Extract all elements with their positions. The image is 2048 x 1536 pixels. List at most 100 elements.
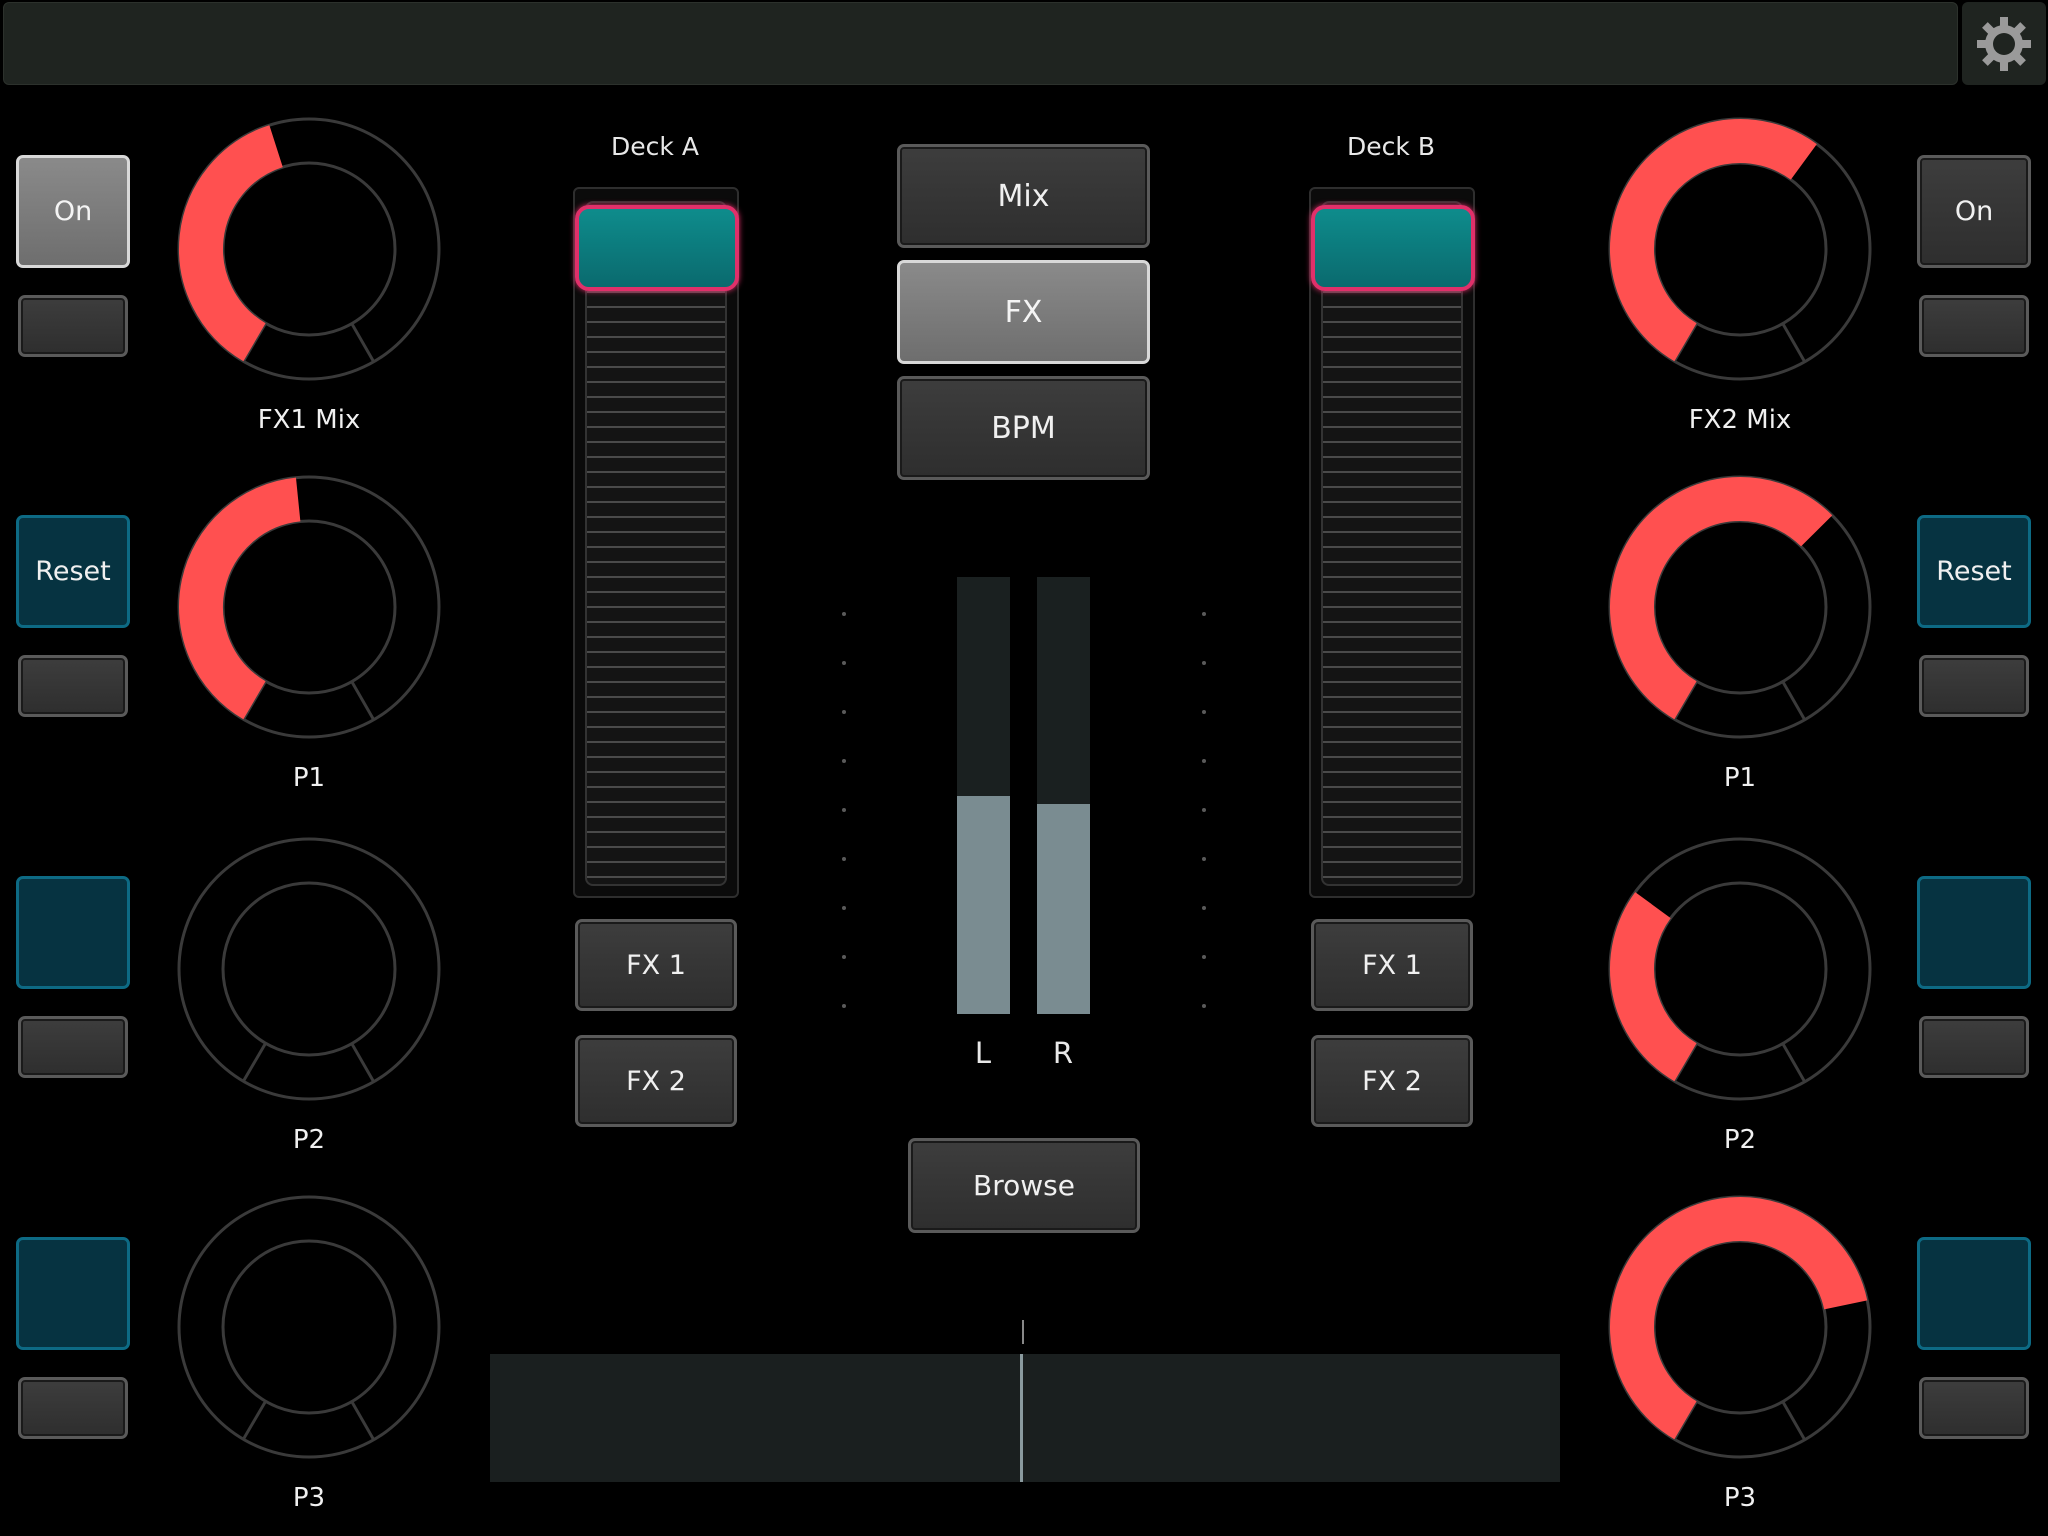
meter-left-label: L	[974, 1036, 992, 1070]
meter-scale-dot	[842, 612, 846, 616]
left-small-button-4[interactable]	[18, 1377, 128, 1439]
left-knob-3[interactable]	[174, 834, 444, 1104]
right-knob-label-4: P3	[1723, 1483, 1757, 1513]
meter-scale-dot	[1202, 759, 1206, 763]
meter-scale-dot	[1202, 710, 1206, 714]
right-knob-1[interactable]	[1605, 114, 1875, 384]
left-knob-label-2: P1	[292, 763, 326, 793]
meter-scale-dot	[842, 857, 846, 861]
right-button-3[interactable]	[1917, 876, 2031, 989]
deck-a-fx2-button[interactable]: FX 2	[575, 1035, 737, 1127]
left-small-button-2[interactable]	[18, 655, 128, 717]
right-small-button-4[interactable]	[1919, 1377, 2029, 1439]
browse-button[interactable]: Browse	[908, 1138, 1140, 1233]
right-knob-label-1: FX2 Mix	[1688, 405, 1792, 435]
meter-scale-dot	[1202, 1004, 1206, 1008]
meter-right-label: R	[1052, 1036, 1074, 1070]
meter-scale-dot	[1202, 955, 1206, 959]
deck-b-fader-handle[interactable]	[1311, 205, 1475, 291]
meter-scale-dot	[1202, 808, 1206, 812]
meter-scale-dot	[842, 808, 846, 812]
knob-outer-ring	[177, 1195, 441, 1459]
left-small-button-1[interactable]	[18, 295, 128, 357]
knob-inner-ring	[1652, 161, 1828, 337]
settings-button[interactable]	[1962, 2, 2046, 85]
meter-scale-dot	[842, 1004, 846, 1008]
meter-scale-dot	[842, 955, 846, 959]
deck-a-label: Deck A	[611, 132, 699, 161]
fx-button[interactable]: FX	[897, 260, 1150, 364]
right-knob-3[interactable]	[1605, 834, 1875, 1104]
meter-scale-dot	[842, 759, 846, 763]
meter-scale-dot	[1202, 857, 1206, 861]
right-knob-label-2: P1	[1723, 763, 1757, 793]
knob-value-arc	[1610, 1197, 1868, 1440]
knob-gap-tick	[350, 1400, 375, 1441]
playhead	[1020, 1354, 1023, 1482]
knob-gap-tick	[1781, 1042, 1806, 1083]
knob-outer-ring	[177, 837, 441, 1101]
left-button-4[interactable]	[16, 1237, 130, 1350]
meter-scale-dot	[1202, 661, 1206, 665]
right-knob-2[interactable]	[1605, 472, 1875, 742]
meter-scale-dot	[1202, 612, 1206, 616]
left-knob-4[interactable]	[174, 1192, 444, 1462]
meter-scale-dot	[842, 906, 846, 910]
left-knob-label-1: FX1 Mix	[257, 405, 361, 435]
knob-gap-tick	[350, 322, 375, 363]
deck-a-fader-track	[585, 201, 727, 886]
deck-b-fader[interactable]	[1309, 187, 1475, 898]
right-knob-label-3: P2	[1723, 1125, 1757, 1155]
knob-inner-ring	[1652, 519, 1828, 695]
meter-right	[1037, 577, 1090, 1014]
knob-gap-tick	[1781, 1400, 1806, 1441]
left-knob-label-4: P3	[292, 1483, 326, 1513]
deck-a-fader-handle[interactable]	[575, 205, 739, 291]
knob-gap-tick	[1781, 680, 1806, 721]
mix-button[interactable]: Mix	[897, 144, 1150, 248]
meter-left	[957, 577, 1010, 1014]
knob-inner-ring	[1652, 1239, 1828, 1415]
knob-value-arc	[1610, 477, 1833, 720]
right-knob-4[interactable]	[1605, 1192, 1875, 1462]
deck-b-fader-track	[1321, 201, 1463, 886]
knob-gap-tick	[1781, 322, 1806, 363]
deck-b-label: Deck B	[1347, 132, 1435, 161]
knob-gap-tick	[350, 680, 375, 721]
crossfader-center-tick	[1022, 1320, 1024, 1344]
meter-scale-dot	[842, 661, 846, 665]
top-bar	[3, 2, 1958, 85]
deck-b-fx2-button[interactable]: FX 2	[1311, 1035, 1473, 1127]
knob-value-arc	[179, 477, 301, 720]
deck-b-fx1-button[interactable]: FX 1	[1311, 919, 1473, 1011]
knob-value-arc	[1610, 892, 1698, 1082]
meter-scale-dot	[842, 710, 846, 714]
knob-gap-tick	[242, 1400, 267, 1440]
knob-inner-ring	[221, 1239, 397, 1415]
left-button-2[interactable]: Reset	[16, 515, 130, 628]
meter-left-level	[957, 795, 1010, 1014]
left-button-1[interactable]: On	[16, 155, 130, 268]
knob-inner-ring	[221, 881, 397, 1057]
right-small-button-2[interactable]	[1919, 655, 2029, 717]
waveform-display[interactable]	[490, 1354, 1560, 1482]
knob-inner-ring	[221, 161, 397, 337]
left-knob-label-3: P2	[292, 1125, 326, 1155]
right-button-2[interactable]: Reset	[1917, 515, 2031, 628]
right-small-button-3[interactable]	[1919, 1016, 2029, 1078]
gear-icon	[1977, 16, 2031, 71]
bpm-button[interactable]: BPM	[897, 376, 1150, 480]
deck-a-fx1-button[interactable]: FX 1	[575, 919, 737, 1011]
left-small-button-3[interactable]	[18, 1016, 128, 1078]
right-button-1[interactable]: On	[1917, 155, 2031, 268]
knob-value-arc	[1610, 119, 1817, 362]
knob-gap-tick	[350, 1042, 375, 1083]
knob-inner-ring	[1652, 881, 1828, 1057]
left-knob-1[interactable]	[174, 114, 444, 384]
left-button-3[interactable]	[16, 876, 130, 989]
deck-a-fader[interactable]	[573, 187, 739, 898]
left-knob-2[interactable]	[174, 472, 444, 742]
right-button-4[interactable]	[1917, 1237, 2031, 1350]
right-small-button-1[interactable]	[1919, 295, 2029, 357]
meter-right-level	[1037, 804, 1090, 1014]
